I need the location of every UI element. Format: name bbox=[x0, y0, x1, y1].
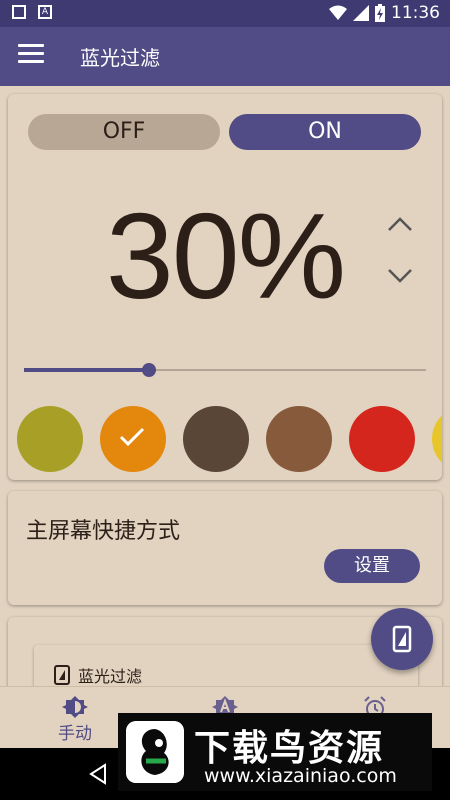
off-button[interactable]: OFF bbox=[28, 114, 220, 150]
color-swatch[interactable] bbox=[100, 406, 166, 472]
battery-charging-icon bbox=[375, 4, 385, 22]
hamburger-menu-icon[interactable] bbox=[18, 44, 44, 66]
back-icon[interactable] bbox=[86, 762, 110, 786]
shortcut-card: 主屏幕快捷方式 设置 bbox=[8, 491, 442, 605]
setup-button[interactable]: 设置 bbox=[324, 549, 420, 583]
watermark-title: 下载鸟资源 bbox=[194, 728, 385, 769]
color-swatch[interactable] bbox=[17, 406, 83, 472]
phone-filter-icon bbox=[392, 625, 412, 653]
phone-filter-icon bbox=[54, 665, 70, 685]
color-swatch[interactable] bbox=[183, 406, 249, 472]
watermark-overlay: 下载鸟资源 www.xiazainiao.com bbox=[118, 713, 432, 791]
a-notification-icon: A bbox=[38, 5, 52, 19]
watermark-url: www.xiazainiao.com bbox=[204, 765, 397, 787]
wifi-icon bbox=[329, 5, 347, 20]
filter-card: OFF ON 30% bbox=[8, 94, 442, 480]
status-bar: A 11:36 bbox=[0, 0, 450, 27]
checkmark-icon bbox=[119, 427, 145, 447]
app-title: 蓝光过滤 bbox=[80, 46, 160, 70]
color-swatch[interactable] bbox=[432, 406, 442, 472]
shortcut-fab[interactable] bbox=[371, 608, 433, 670]
brightness-icon bbox=[62, 696, 88, 718]
chevron-up-icon[interactable] bbox=[386, 211, 414, 239]
color-swatch[interactable] bbox=[349, 406, 415, 472]
bird-logo-icon bbox=[126, 721, 184, 783]
on-button[interactable]: ON bbox=[229, 114, 421, 150]
chevron-down-icon[interactable] bbox=[386, 261, 414, 289]
slider-thumb[interactable] bbox=[141, 363, 156, 377]
intensity-slider[interactable] bbox=[24, 360, 426, 380]
slider-fill bbox=[24, 368, 149, 372]
color-swatches bbox=[8, 406, 442, 472]
widget-label: 蓝光过滤 bbox=[78, 667, 143, 686]
status-time: 11:36 bbox=[391, 3, 440, 23]
shortcut-title: 主屏幕快捷方式 bbox=[26, 519, 181, 544]
notification-icon bbox=[12, 5, 26, 19]
intensity-value: 30% bbox=[105, 188, 346, 324]
color-swatch[interactable] bbox=[266, 406, 332, 472]
signal-icon bbox=[353, 5, 369, 21]
app-bar: 蓝光过滤 bbox=[0, 27, 450, 86]
